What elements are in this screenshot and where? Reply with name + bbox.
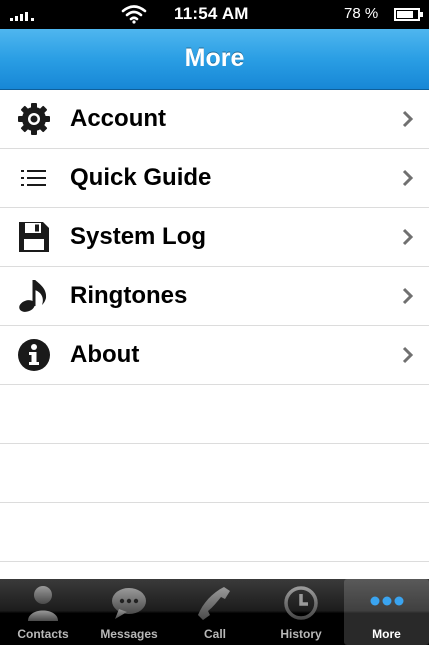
battery-icon: [394, 8, 423, 21]
phone-icon: [198, 587, 230, 620]
battery-level: [397, 11, 413, 18]
battery-percent: 78 %: [344, 5, 379, 22]
page-title: More: [184, 44, 245, 72]
tab-label: Messages: [100, 627, 158, 641]
speech-bubble-icon: [112, 588, 146, 619]
chevron-right-icon: [402, 228, 414, 246]
more-dots-icon: [370, 596, 403, 606]
music-note-icon: [19, 280, 47, 312]
floppy-disk-icon: [19, 222, 49, 252]
tab-label: Contacts: [17, 627, 69, 641]
chevron-right-icon: [402, 169, 414, 187]
tab-more[interactable]: More: [344, 579, 429, 645]
status-bar: 11:54 AM 78 %: [0, 0, 429, 29]
tab-messages[interactable]: Messages: [86, 579, 172, 645]
tab-label: More: [372, 627, 401, 641]
chevron-right-icon: [402, 110, 414, 128]
status-time: 11:54 AM: [174, 4, 249, 23]
menu-item-ringtones[interactable]: Ringtones: [0, 267, 429, 326]
wifi-icon: [121, 5, 147, 24]
person-icon: [28, 586, 58, 621]
menu-item-system-log[interactable]: System Log: [0, 208, 429, 267]
tab-label: Call: [203, 627, 226, 641]
empty-row: [0, 385, 429, 444]
tab-history[interactable]: History: [258, 579, 344, 645]
navigation-bar: More: [0, 29, 429, 90]
menu-item-label: Ringtones: [70, 282, 188, 309]
menu-item-quick-guide[interactable]: Quick Guide: [0, 149, 429, 208]
info-icon: [18, 339, 50, 371]
menu-item-label: Account: [70, 105, 166, 132]
menu-item-label: About: [70, 341, 140, 368]
tab-call[interactable]: Call: [172, 579, 258, 645]
menu-item-account[interactable]: Account: [0, 90, 429, 149]
tab-label: History: [280, 627, 322, 641]
chevron-right-icon: [402, 346, 414, 364]
signal-strength-icon: [10, 10, 28, 21]
menu-item-about[interactable]: About: [0, 326, 429, 385]
clock-icon: [284, 586, 318, 620]
more-menu-list: Account Quick Guide System Log Ringtones…: [0, 90, 429, 562]
tab-contacts[interactable]: Contacts: [0, 579, 86, 645]
menu-item-label: Quick Guide: [70, 164, 212, 191]
phone-screen: 11:54 AM 78 % More Account Quick Guide S…: [0, 0, 429, 645]
menu-item-label: System Log: [70, 223, 207, 250]
empty-row: [0, 503, 429, 562]
list-icon: [21, 170, 46, 186]
tab-bar: Contacts Messages Call History More: [0, 579, 429, 645]
gear-icon: [18, 103, 50, 135]
chevron-right-icon: [402, 287, 414, 305]
signal-dot: [31, 18, 34, 21]
empty-row: [0, 444, 429, 503]
